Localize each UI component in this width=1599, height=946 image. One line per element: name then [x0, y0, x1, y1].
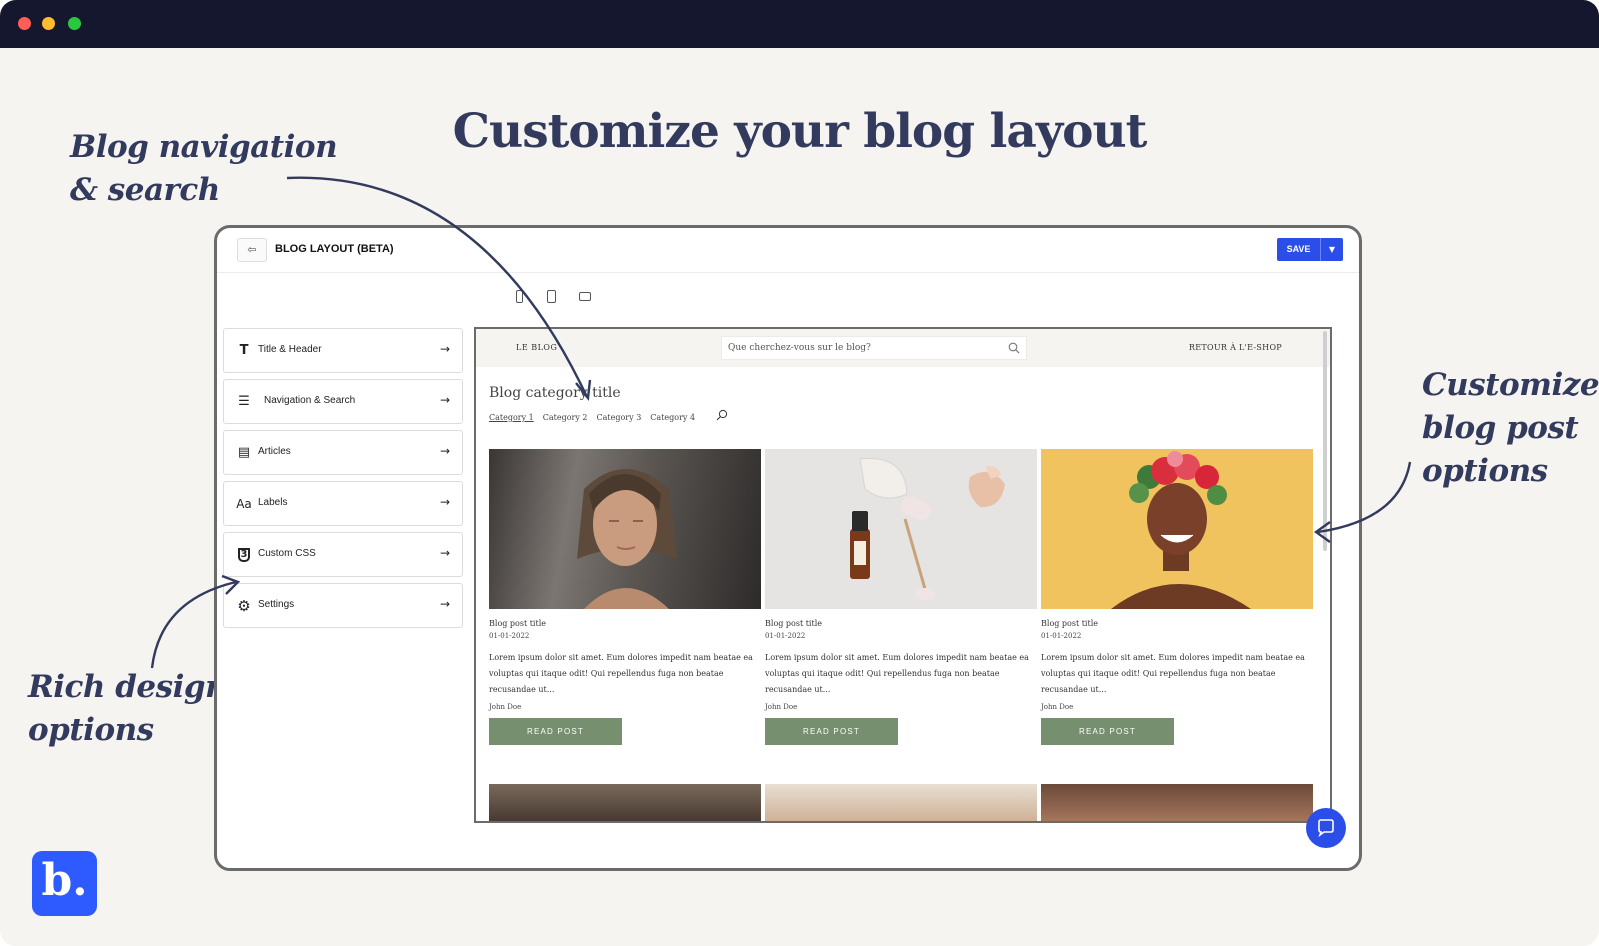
- read-post-button[interactable]: READ POST: [765, 718, 898, 745]
- browser-window: Customize your blog layout Blog navigati…: [0, 0, 1599, 946]
- search-placeholder: Que cherchez-vous sur le blog?: [728, 343, 871, 353]
- gear-icon: ⚙: [237, 597, 251, 615]
- post-excerpt: Lorem ipsum dolor sit amet. Eum dolores …: [1041, 653, 1305, 694]
- read-post-button[interactable]: READ POST: [1041, 718, 1174, 745]
- sidebar-item-navigation-search[interactable]: ☰ Navigation & Search →: [223, 379, 463, 424]
- annotation-line: options: [28, 712, 154, 748]
- annotation-post-options: Customize blog post options: [1422, 364, 1599, 493]
- arrow-right-icon: →: [439, 597, 450, 611]
- search-icon: [1008, 342, 1020, 354]
- blog-brand-link[interactable]: LE BLOG: [516, 343, 557, 352]
- annotation-line: Rich design: [28, 669, 228, 705]
- post-image[interactable]: [489, 784, 761, 821]
- read-post-button[interactable]: READ POST: [489, 718, 622, 745]
- post-author: John Doe: [1041, 703, 1074, 711]
- post-title[interactable]: Blog post title: [765, 619, 1037, 628]
- sidebar-item-title-header[interactable]: T Title & Header →: [223, 328, 463, 373]
- blog-layout-editor: ⇦ BLOG LAYOUT (BETA) SAVE ▼ T Title & He…: [214, 225, 1362, 871]
- post-image[interactable]: [1041, 449, 1313, 609]
- post-date: 01-01-2022: [765, 632, 806, 640]
- arrow-right-icon: →: [439, 342, 450, 356]
- annotation-line: Blog navigation: [70, 129, 338, 165]
- close-window-button[interactable]: [18, 17, 31, 30]
- chat-support-button[interactable]: [1306, 808, 1346, 848]
- search-icon[interactable]: [716, 409, 728, 421]
- save-options-dropdown[interactable]: ▼: [1320, 238, 1343, 261]
- text-t-icon: T: [239, 343, 249, 358]
- sidebar-item-labels[interactable]: Aa Labels →: [223, 481, 463, 526]
- skincare-illustration: [850, 457, 1005, 600]
- category-tab[interactable]: Category 3: [597, 413, 642, 422]
- post-title[interactable]: Blog post title: [1041, 619, 1313, 628]
- blog-preview: LE BLOG Que cherchez-vous sur le blog? R…: [474, 327, 1332, 823]
- category-tab[interactable]: Category 1: [489, 413, 534, 422]
- sidebar-item-label: Title & Header: [258, 344, 322, 355]
- annotation-nav-search: Blog navigation & search: [70, 126, 338, 212]
- editor-header: ⇦ BLOG LAYOUT (BETA) SAVE ▼: [217, 228, 1359, 273]
- post-excerpt: Lorem ipsum dolor sit amet. Eum dolores …: [489, 653, 753, 694]
- annotation-line: blog post: [1422, 410, 1579, 446]
- tablet-icon[interactable]: [547, 290, 556, 303]
- back-to-shop-link[interactable]: RETOUR À L'E-SHOP: [1189, 343, 1282, 352]
- font-aa-icon: Aa: [236, 497, 252, 511]
- category-tab[interactable]: Category 2: [543, 413, 588, 422]
- annotation-line: options: [1422, 453, 1548, 489]
- post-author: John Doe: [765, 703, 798, 711]
- sidebar-item-label: Custom CSS: [258, 548, 316, 559]
- post-image[interactable]: [489, 449, 761, 609]
- arrow-right-icon: →: [439, 393, 450, 407]
- list-icon: ☰: [238, 394, 250, 409]
- editor-title: BLOG LAYOUT (BETA): [275, 243, 394, 255]
- sidebar-item-label: Labels: [258, 497, 288, 508]
- blog-search-input[interactable]: Que cherchez-vous sur le blog?: [721, 336, 1027, 360]
- blog-post-card: Blog post title 01-01-2022 Lorem ipsum d…: [1041, 449, 1313, 745]
- device-preview-bar: [217, 274, 1359, 326]
- portrait-illustration: [1111, 451, 1251, 609]
- window-titlebar: [0, 0, 1599, 48]
- blog-post-card: Blog post title 01-01-2022 Lorem ipsum d…: [489, 449, 761, 745]
- phone-icon[interactable]: [516, 290, 523, 303]
- annotation-design-options: Rich design options: [28, 666, 228, 752]
- desktop-icon[interactable]: [579, 292, 591, 301]
- post-author: John Doe: [489, 703, 522, 711]
- category-title: Blog category title: [489, 385, 621, 401]
- sidebar-item-label: Navigation & Search: [264, 395, 356, 406]
- maximize-window-button[interactable]: [68, 17, 81, 30]
- blog-nav-bar: LE BLOG Que cherchez-vous sur le blog? R…: [476, 329, 1330, 367]
- chat-icon: [1318, 819, 1334, 838]
- portrait-illustration: [577, 469, 677, 609]
- sidebar-item-label: Settings: [258, 599, 295, 610]
- sidebar-item-label: Articles: [258, 446, 291, 457]
- brand-logo: b.: [32, 851, 97, 916]
- annotation-line: Customize: [1422, 367, 1599, 403]
- arrow-right-icon: →: [439, 546, 450, 560]
- preview-scrollbar[interactable]: [1323, 331, 1327, 551]
- post-title[interactable]: Blog post title: [489, 619, 761, 628]
- arrow-right-icon: →: [439, 495, 450, 509]
- post-date: 01-01-2022: [1041, 632, 1082, 640]
- sidebar-item-articles[interactable]: ▤ Articles →: [223, 430, 463, 475]
- post-image[interactable]: [1041, 784, 1313, 821]
- post-excerpt: Lorem ipsum dolor sit amet. Eum dolores …: [765, 653, 1029, 694]
- sidebar-item-settings[interactable]: ⚙ Settings →: [223, 583, 463, 628]
- post-date: 01-01-2022: [489, 632, 530, 640]
- sidebar-item-custom-css[interactable]: 3 Custom CSS →: [223, 532, 463, 577]
- post-image[interactable]: [765, 449, 1037, 609]
- save-button-group: SAVE ▼: [1277, 238, 1343, 261]
- post-image[interactable]: [765, 784, 1037, 821]
- category-tab[interactable]: Category 4: [650, 413, 695, 422]
- article-icon: ▤: [237, 445, 251, 460]
- annotation-line: & search: [70, 172, 220, 208]
- blog-post-card: Blog post title 01-01-2022 Lorem ipsum d…: [765, 449, 1037, 745]
- save-button[interactable]: SAVE: [1277, 238, 1320, 261]
- category-tabs: Category 1 Category 2 Category 3 Categor…: [489, 413, 695, 422]
- arrow-right-icon: →: [439, 444, 450, 458]
- settings-sidebar: T Title & Header → ☰ Navigation & Search…: [223, 328, 463, 634]
- exit-editor-button[interactable]: ⇦: [237, 238, 267, 262]
- minimize-window-button[interactable]: [42, 17, 55, 30]
- css-icon: 3: [238, 548, 250, 562]
